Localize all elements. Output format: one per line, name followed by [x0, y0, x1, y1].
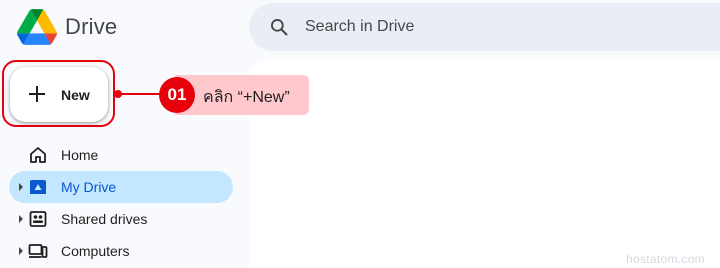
annotation-connector-dot [114, 90, 122, 98]
search-input[interactable]: Search in Drive [305, 18, 414, 36]
computers-icon [28, 244, 48, 258]
annotation-connector [115, 93, 165, 95]
sidebar-item-home[interactable]: Home [9, 139, 233, 171]
app-title: Drive [65, 14, 118, 39]
watermark: hostatom.com [626, 252, 705, 266]
search-bar[interactable]: Search in Drive [249, 3, 720, 51]
sidebar-item-label: Computers [61, 243, 130, 259]
home-icon [30, 147, 46, 163]
sidebar-item-label: Shared drives [61, 211, 148, 227]
main-content-panel [249, 60, 720, 268]
my-drive-icon [30, 180, 46, 194]
expand-caret-icon[interactable] [19, 183, 23, 191]
sidebar-item-label: My Drive [61, 179, 117, 195]
expand-caret-icon[interactable] [19, 215, 23, 223]
shared-drives-icon [29, 211, 47, 227]
sidebar-item-label: Home [61, 147, 99, 163]
new-button[interactable]: New [10, 67, 108, 122]
sidebar-item-shared-drives[interactable]: Shared drives [9, 203, 233, 235]
sidebar-item-my-drive[interactable]: My Drive [9, 171, 233, 203]
drive-logo-icon[interactable] [17, 9, 57, 45]
expand-caret-icon[interactable] [19, 247, 23, 255]
plus-icon [29, 86, 45, 102]
annotation-callout: คลิก “+New” [175, 75, 309, 115]
sidebar-item-computers[interactable]: Computers [9, 235, 233, 267]
new-button-label: New [61, 87, 90, 103]
annotation-text: คลิก “+New” [203, 89, 290, 106]
annotation-step-badge: 01 [159, 77, 195, 113]
search-icon[interactable] [269, 17, 289, 37]
